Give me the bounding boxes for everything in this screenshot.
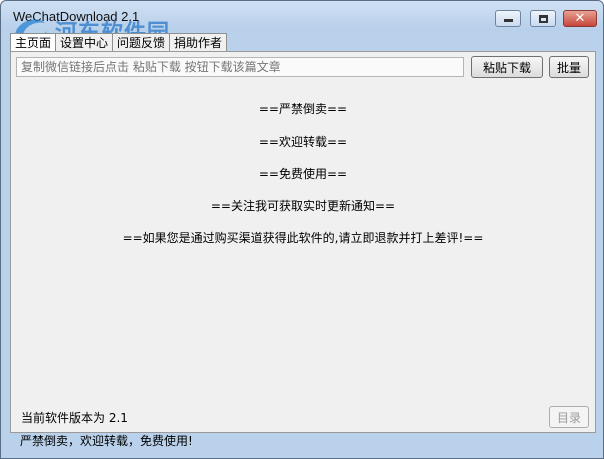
notice-line: ==欢迎转载== bbox=[258, 135, 348, 149]
version-label: 当前软件版本为 2.1 bbox=[21, 411, 128, 425]
tab-feedback[interactable]: 问题反馈 bbox=[112, 33, 171, 52]
notice-line: ==如果您是通过购买渠道获得此软件的,请立即退款并打上差评!== bbox=[122, 231, 484, 245]
status-bar: 严禁倒卖，欢迎转载，免费使用! bbox=[20, 434, 193, 448]
tab-main[interactable]: 主页面 bbox=[10, 33, 57, 53]
notice-line: ==免费使用== bbox=[258, 167, 348, 181]
minimize-button[interactable] bbox=[495, 10, 521, 27]
close-button[interactable]: ✕ bbox=[563, 10, 597, 27]
batch-button[interactable]: 批量 bbox=[549, 56, 589, 78]
main-panel: 粘贴下载 批量 ==严禁倒卖== ==欢迎转载== ==免费使用== ==关注我… bbox=[10, 51, 596, 433]
notice-line: ==关注我可获取实时更新通知== bbox=[210, 199, 396, 213]
maximize-button[interactable] bbox=[530, 10, 556, 27]
toc-button[interactable]: 目录 bbox=[549, 406, 589, 428]
window-title: WeChatDownload 2.1 bbox=[13, 9, 140, 24]
notice-line: ==严禁倒卖== bbox=[258, 102, 348, 116]
minimize-icon bbox=[503, 19, 513, 22]
app-window: WeChatDownload 2.1 ✕ 河东软件园 www.pc0359.cn… bbox=[0, 0, 604, 459]
article-url-input[interactable] bbox=[16, 57, 464, 77]
maximize-icon bbox=[538, 14, 548, 23]
title-bar[interactable]: WeChatDownload 2.1 ✕ bbox=[1, 1, 603, 31]
tab-settings[interactable]: 设置中心 bbox=[55, 33, 114, 52]
paste-download-button[interactable]: 粘贴下载 bbox=[471, 56, 543, 78]
tab-bar: 主页面 设置中心 问题反馈 捐助作者 bbox=[10, 33, 228, 53]
close-icon: ✕ bbox=[574, 11, 586, 26]
tab-donate[interactable]: 捐助作者 bbox=[169, 33, 228, 52]
